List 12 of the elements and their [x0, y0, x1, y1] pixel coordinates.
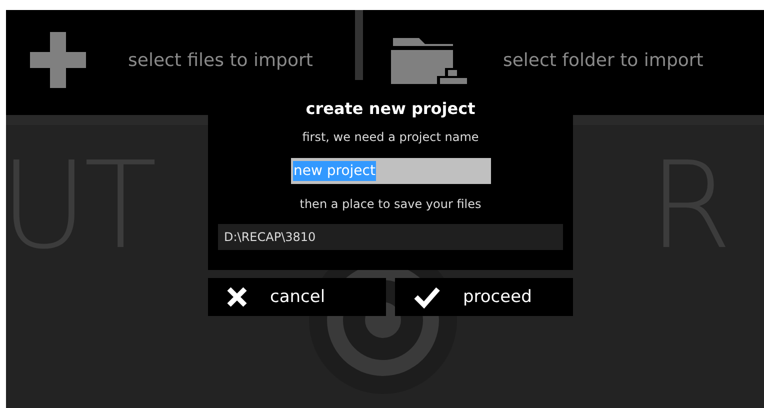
proceed-button[interactable]: proceed — [395, 278, 573, 316]
folder-icon — [390, 36, 467, 84]
import-option[interactable]: select files to import — [128, 50, 313, 70]
plus-icon — [30, 32, 86, 88]
dialog-title: create new project — [306, 99, 476, 118]
name-prompt: first, we need a project name — [302, 130, 479, 144]
check-icon — [413, 285, 441, 309]
close-icon — [226, 286, 248, 308]
save-path-field[interactable]: D:\RECAP\3810 — [218, 224, 563, 250]
cancel-button[interactable]: cancel — [208, 278, 386, 316]
import-option[interactable]: select folder to import — [502, 50, 704, 70]
path-prompt: then a place to save your files — [300, 197, 482, 211]
